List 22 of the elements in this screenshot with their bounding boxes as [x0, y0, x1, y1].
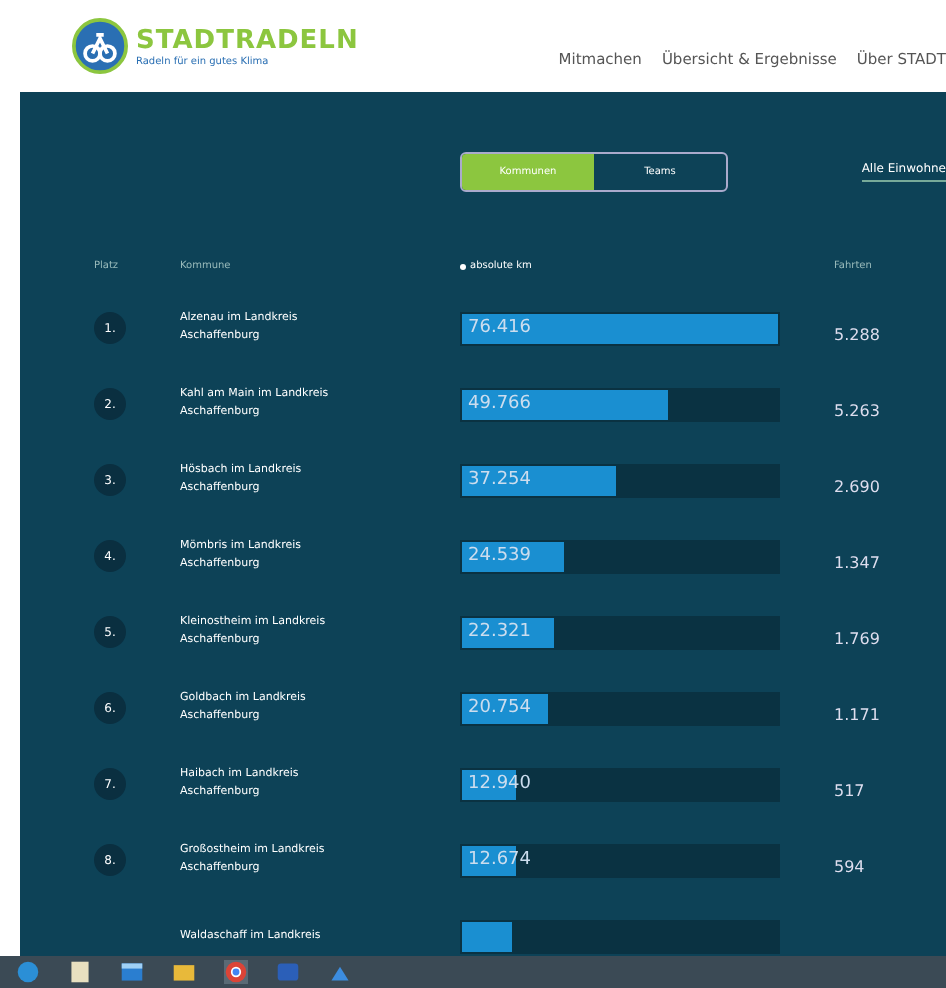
km-value: 22.321 [468, 621, 531, 641]
trip-count: 1.347 [834, 553, 880, 571]
browser-icon[interactable] [224, 960, 248, 984]
folder-icon[interactable] [172, 960, 196, 984]
app-icon[interactable] [16, 960, 40, 984]
logo-title: STADTRADELN [136, 25, 359, 55]
trip-count: 594 [834, 857, 865, 875]
km-value: 76.416 [468, 317, 531, 337]
trip-count: 517 [834, 781, 865, 799]
bicycle-logo-icon[interactable] [72, 18, 128, 74]
km-value: 37.254 [468, 469, 531, 489]
sort-icon[interactable] [460, 263, 466, 269]
trip-count: 5.288 [834, 325, 880, 343]
km-value: 24.539 [468, 545, 531, 565]
trip-count: 2.690 [834, 477, 880, 495]
km-value: 20.754 [468, 697, 531, 717]
trip-count: 1.769 [834, 629, 880, 647]
trip-count: 5.263 [834, 401, 880, 419]
window-icon[interactable] [120, 960, 144, 984]
trip-count: 1.171 [834, 705, 880, 723]
notepad-icon[interactable] [68, 960, 92, 984]
km-value: 49.766 [468, 393, 531, 413]
